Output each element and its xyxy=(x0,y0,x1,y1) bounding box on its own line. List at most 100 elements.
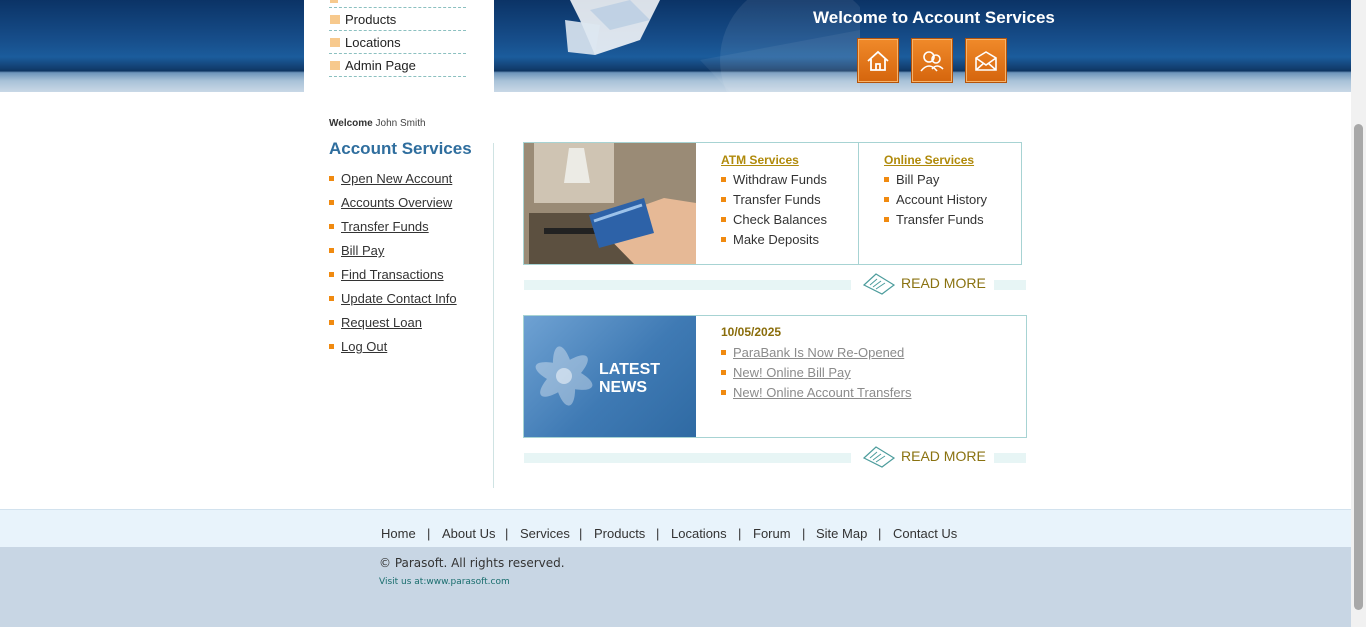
nav-label: Transfer Funds xyxy=(341,219,429,234)
header-banner: Welcome to Account Services xyxy=(0,0,1351,92)
bullet xyxy=(329,344,334,349)
bullet xyxy=(721,237,726,242)
latest-news-line1: LATEST xyxy=(599,361,661,378)
services-box: ATM Services Withdraw Funds Transfer Fun… xyxy=(523,142,1022,265)
news-read-more-link[interactable]: READ MORE xyxy=(862,444,986,468)
bullet xyxy=(329,248,334,253)
menu-bullet xyxy=(330,0,338,3)
news-date: 10/05/2025 xyxy=(721,325,782,339)
atm-item: Check Balances xyxy=(721,212,827,227)
atm-item-label: Transfer Funds xyxy=(733,192,821,207)
bullet xyxy=(884,197,889,202)
news-item-link[interactable]: New! Online Account Transfers xyxy=(721,385,911,400)
decorative-strip xyxy=(524,280,851,290)
nav-label: Bill Pay xyxy=(341,243,385,258)
menu-bullet xyxy=(330,37,340,47)
contact-button[interactable] xyxy=(965,38,1007,83)
footer-link-services[interactable]: Services xyxy=(520,526,570,541)
bullet xyxy=(329,224,334,229)
bullet xyxy=(721,177,726,182)
latest-news-image: LATEST NEWS xyxy=(524,316,696,437)
nav-request-loan[interactable]: Request Loan xyxy=(329,315,422,330)
nav-accounts-overview[interactable]: Accounts Overview xyxy=(329,195,452,210)
footer-separator: | xyxy=(427,526,431,541)
latest-news-line2: NEWS xyxy=(599,379,647,396)
bullet xyxy=(329,296,334,301)
bullet xyxy=(721,350,726,355)
news-item-link[interactable]: ParaBank Is Now Re-Opened xyxy=(721,345,904,360)
menu-item-label: Products xyxy=(345,11,397,27)
online-item-label: Account History xyxy=(896,192,988,207)
header-graphic xyxy=(500,0,860,92)
menu-bullet xyxy=(330,14,340,24)
nav-label: Find Transactions xyxy=(341,267,444,282)
nav-open-new-account[interactable]: Open New Account xyxy=(329,171,452,186)
read-more-label: READ MORE xyxy=(901,448,986,464)
welcome-message: Welcome John Smith xyxy=(329,118,426,129)
home-button[interactable] xyxy=(857,38,899,83)
footer-link-about-us[interactable]: About Us xyxy=(442,526,495,541)
services-read-more-link[interactable]: READ MORE xyxy=(862,271,986,295)
news-item-link[interactable]: New! Online Bill Pay xyxy=(721,365,851,380)
bullet xyxy=(721,370,726,375)
bullet xyxy=(721,217,726,222)
news-item-label: ParaBank Is Now Re-Opened xyxy=(733,345,905,360)
nav-bill-pay[interactable]: Bill Pay xyxy=(329,243,384,258)
atm-item-label: Make Deposits xyxy=(733,232,819,247)
page-header-title: Welcome to Account Services xyxy=(813,8,1055,27)
bullet xyxy=(329,320,334,325)
bullet xyxy=(884,177,889,182)
about-button[interactable] xyxy=(911,38,953,83)
atm-item: Withdraw Funds xyxy=(721,172,827,187)
copyright-text: © Parasoft. All rights reserved. xyxy=(379,556,565,570)
online-item: Transfer Funds xyxy=(884,212,984,227)
footer-link-locations[interactable]: Locations xyxy=(671,526,727,541)
atm-item: Make Deposits xyxy=(721,232,819,247)
news-item-label: New! Online Account Transfers xyxy=(733,385,912,400)
vertical-divider xyxy=(493,143,494,488)
bullet xyxy=(721,390,726,395)
visit-link[interactable]: Visit us at:www.parasoft.com xyxy=(379,577,510,587)
contact-icon xyxy=(975,50,997,71)
nav-log-out[interactable]: Log Out xyxy=(329,339,387,354)
nav-update-contact-info[interactable]: Update Contact Info xyxy=(329,291,457,306)
bullet xyxy=(721,197,726,202)
footer-link-forum[interactable]: Forum xyxy=(753,526,791,541)
online-item: Account History xyxy=(884,192,987,207)
menu-item-admin-page[interactable]: Admin Page xyxy=(329,54,466,77)
menu-item-locations[interactable]: Locations xyxy=(329,31,466,54)
menu-bullet xyxy=(330,60,340,70)
footer-separator: | xyxy=(802,526,806,541)
menu-item-label: Admin Page xyxy=(345,57,416,73)
online-item: Bill Pay xyxy=(884,172,939,187)
read-more-icon xyxy=(862,446,896,468)
atm-item-label: Withdraw Funds xyxy=(733,172,827,187)
footer-link-home[interactable]: Home xyxy=(381,526,416,541)
footer-separator: | xyxy=(738,526,742,541)
nav-transfer-funds[interactable]: Transfer Funds xyxy=(329,219,429,234)
scrollbar-thumb[interactable] xyxy=(1354,124,1363,610)
account-services-title: Account Services xyxy=(329,139,472,158)
footer-separator: | xyxy=(505,526,509,541)
online-services-link[interactable]: Online Services xyxy=(884,153,974,167)
atm-item: Transfer Funds xyxy=(721,192,821,207)
bullet xyxy=(329,200,334,205)
welcome-label: Welcome xyxy=(329,118,373,129)
bullet xyxy=(329,272,334,277)
bullet xyxy=(329,176,334,181)
nav-find-transactions[interactable]: Find Transactions xyxy=(329,267,444,282)
nav-label: Update Contact Info xyxy=(341,291,457,306)
atm-services-link[interactable]: ATM Services xyxy=(721,153,799,167)
nav-label: Open New Account xyxy=(341,171,453,186)
menu-item-products[interactable]: Products xyxy=(329,8,466,31)
vertical-scrollbar[interactable] xyxy=(1351,0,1366,627)
atm-item-label: Check Balances xyxy=(733,212,827,227)
column-divider xyxy=(858,143,859,264)
footer-link-products[interactable]: Products xyxy=(594,526,645,541)
menu-item-label: Locations xyxy=(345,34,401,50)
footer-link-site-map[interactable]: Site Map xyxy=(816,526,867,541)
footer-nav: Home | About Us | Services | Products | … xyxy=(0,509,1351,547)
left-menu-panel: Products Locations Admin Page xyxy=(304,0,494,115)
footer-link-contact-us[interactable]: Contact Us xyxy=(893,526,957,541)
about-icon xyxy=(920,50,944,72)
